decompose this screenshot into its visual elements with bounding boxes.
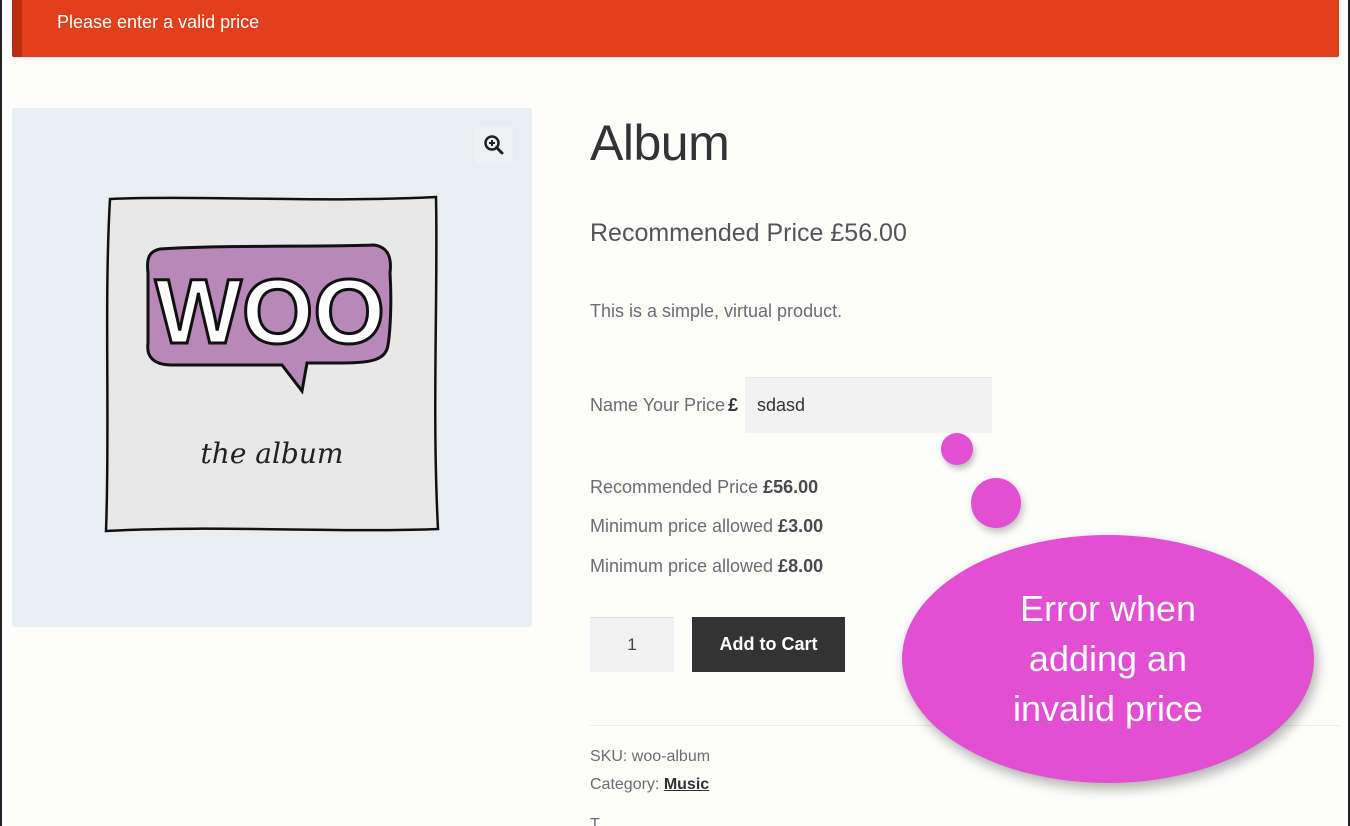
info-label: Minimum price allowed — [590, 516, 779, 536]
category-label: Category: — [590, 776, 664, 793]
callout-dot-small — [941, 433, 973, 465]
album-subtitle: the album — [201, 437, 344, 470]
magnifier-plus-icon — [484, 135, 504, 155]
quantity-input[interactable] — [590, 617, 674, 672]
svg-text:WOO: WOO — [155, 261, 385, 363]
sku-value: woo-album — [631, 748, 711, 765]
name-your-price-label: Name Your Price £ — [590, 395, 738, 416]
sku-line: SKU: woo-album — [590, 748, 710, 766]
truncated-meta-text: T... — [590, 816, 612, 826]
category-line: Category: Music — [590, 776, 709, 794]
info-value: £56.00 — [763, 477, 819, 497]
product-description: This is a simple, virtual product. — [590, 301, 843, 321]
name-your-price-text: Name Your Price — [590, 395, 726, 415]
price-input[interactable] — [745, 377, 992, 433]
info-value: £3.00 — [778, 516, 824, 536]
info-recommended-price: Recommended Price £56.00 — [590, 477, 818, 498]
info-value: £8.00 — [778, 556, 824, 576]
error-notice-text: Please enter a valid price — [57, 12, 260, 32]
callout-dot-medium — [971, 478, 1021, 528]
callout-text: Error when adding an invalid price — [1012, 588, 1204, 729]
info-minimum-price: Minimum price allowed £3.00 — [590, 516, 823, 537]
info-label: Minimum price allowed — [590, 556, 779, 576]
info-label: Recommended Price — [590, 477, 764, 497]
sku-label: SKU: — [590, 748, 632, 765]
currency-symbol: £ — [728, 395, 739, 415]
zoom-button[interactable] — [475, 126, 513, 164]
category-link[interactable]: Music — [664, 776, 709, 793]
recommended-price-heading: Recommended Price £56.00 — [590, 219, 907, 247]
product-gallery: WOO the album — [12, 108, 532, 627]
error-callout-bubble: Error when adding an invalid price — [902, 535, 1314, 783]
product-title: Album — [590, 115, 730, 171]
error-notice: Please enter a valid price — [12, 0, 1339, 57]
info-minimum-price-2: Minimum price allowed £8.00 — [590, 556, 823, 577]
add-to-cart-button[interactable]: Add to Cart — [692, 617, 845, 672]
album-cover-image: WOO the album — [104, 195, 440, 533]
